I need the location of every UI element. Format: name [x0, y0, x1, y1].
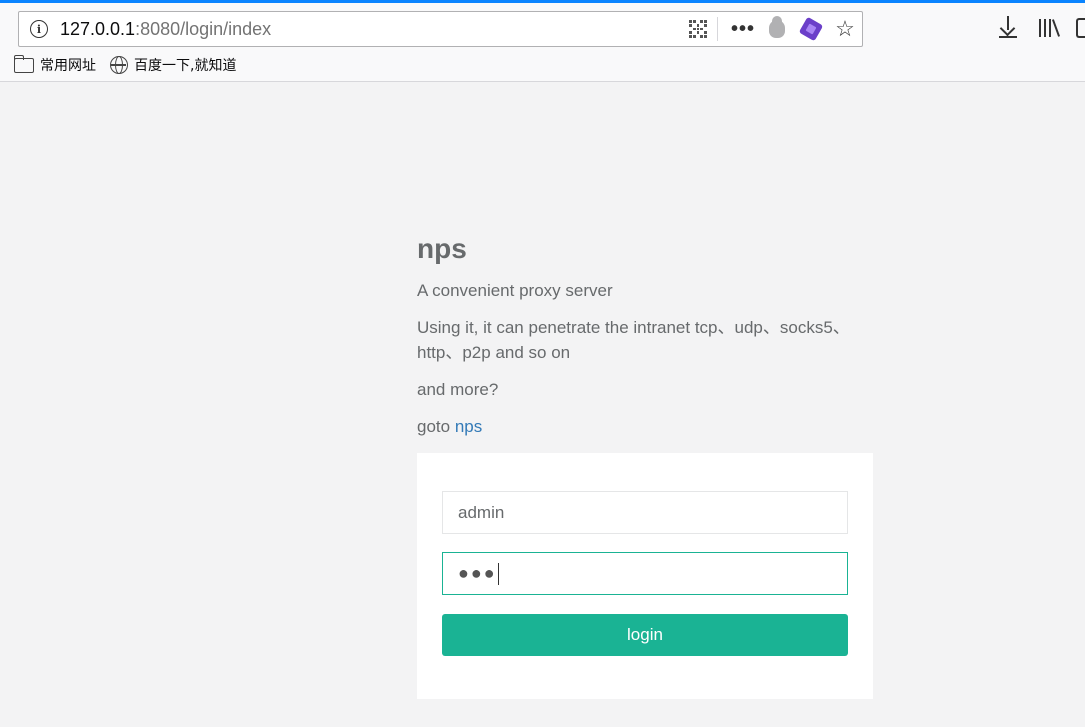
- username-value: admin: [458, 502, 505, 522]
- username-input[interactable]: admin: [442, 491, 848, 534]
- info-icon[interactable]: i: [30, 20, 48, 38]
- qr-code-icon: [689, 20, 707, 38]
- bug-icon: [769, 16, 785, 38]
- globe-icon: [110, 56, 128, 74]
- bookmark-label: 常用网址: [40, 58, 96, 74]
- description: Using it, it can penetrate the intranet …: [417, 318, 850, 362]
- folder-icon: [13, 54, 34, 73]
- tagline: A convenient proxy server: [417, 281, 613, 300]
- bookmark-folder-common[interactable]: 常用网址: [13, 54, 96, 75]
- library-icon[interactable]: [1037, 15, 1061, 39]
- cube-icon: [798, 16, 824, 42]
- login-button[interactable]: login: [442, 614, 848, 656]
- bookmark-baidu[interactable]: 百度一下,就知道: [110, 55, 236, 75]
- more-icon: •••: [730, 17, 755, 40]
- bug-extension-button[interactable]: [760, 12, 794, 46]
- page-actions-button[interactable]: •••: [726, 12, 760, 46]
- bookmarks-bar: 常用网址 百度一下,就知道: [13, 54, 236, 75]
- address-bar[interactable]: i 127.0.0.1:8080/login/index ••• ☆: [18, 11, 863, 47]
- cube-extension-button[interactable]: [794, 12, 828, 46]
- intro-section: nps A convenient proxy server Using it, …: [417, 232, 873, 451]
- more-text: and more?: [417, 380, 499, 399]
- login-form: admin ●●● login: [417, 453, 873, 699]
- brand-title: nps: [417, 233, 467, 264]
- separator: [717, 17, 718, 41]
- password-input[interactable]: ●●●: [442, 552, 848, 595]
- download-icon[interactable]: [997, 15, 1019, 39]
- toolbar-right: [997, 15, 1061, 39]
- text-caret: [497, 562, 499, 585]
- goto-line: goto nps: [417, 414, 873, 439]
- sidebar-icon[interactable]: [1076, 18, 1085, 38]
- bookmark-label: 百度一下,就知道: [134, 58, 237, 74]
- star-icon: ☆: [835, 16, 855, 41]
- nps-link[interactable]: nps: [455, 417, 482, 436]
- url-text[interactable]: 127.0.0.1:8080/login/index: [60, 19, 681, 40]
- qr-code-button[interactable]: [681, 12, 715, 46]
- url-path: :8080/login/index: [135, 18, 272, 39]
- password-value: ●●●: [458, 563, 497, 583]
- goto-prefix: goto: [417, 417, 455, 436]
- url-actions: ••• ☆: [681, 12, 862, 46]
- url-host: 127.0.0.1: [60, 18, 136, 39]
- bookmark-star-button[interactable]: ☆: [828, 12, 862, 46]
- tab-highlight: [0, 0, 1085, 3]
- browser-chrome: i 127.0.0.1:8080/login/index ••• ☆ 常用网址 …: [0, 0, 1085, 82]
